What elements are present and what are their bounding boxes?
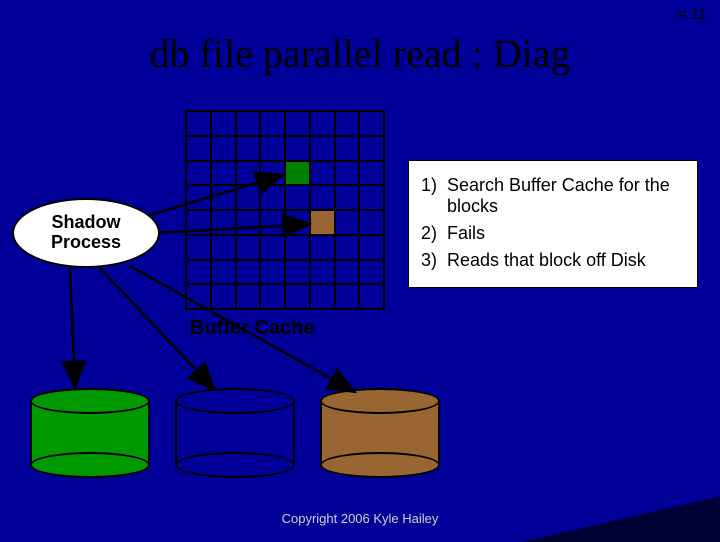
grid-cell (211, 136, 236, 161)
copyright-footer: Copyright 2006 Kyle Hailey (0, 511, 720, 526)
step-row: 2) Fails (421, 223, 687, 244)
grid-cell (310, 136, 335, 161)
grid-cell (359, 111, 384, 136)
grid-cell (260, 235, 285, 260)
grid-cell (310, 260, 335, 285)
step-num: 3) (421, 250, 447, 271)
shadow-line2: Process (51, 233, 121, 253)
step-text: Reads that block off Disk (447, 250, 687, 271)
step-num: 1) (421, 175, 447, 217)
page-number: #.11 (678, 6, 706, 23)
grid-cell (211, 284, 236, 309)
grid-cell (359, 136, 384, 161)
grid-cell (236, 284, 261, 309)
grid-cell (236, 210, 261, 235)
grid-cell (310, 185, 335, 210)
grid-cell (236, 260, 261, 285)
grid-cell (335, 111, 360, 136)
grid-cell (260, 185, 285, 210)
grid-cell (260, 210, 285, 235)
grid-cell (285, 260, 310, 285)
grid-cell (359, 161, 384, 186)
grid-cell (186, 235, 211, 260)
grid-cell (236, 185, 261, 210)
grid-cell (285, 284, 310, 309)
grid-cell (310, 235, 335, 260)
grid-cell (211, 210, 236, 235)
grid-cell (236, 235, 261, 260)
disk-cylinder (320, 388, 440, 478)
grid-cell (211, 235, 236, 260)
grid-cell (285, 235, 310, 260)
shadow-line1: Shadow (51, 213, 120, 233)
step-text: Search Buffer Cache for the blocks (447, 175, 687, 217)
grid-cell (359, 260, 384, 285)
grid-cell (335, 260, 360, 285)
grid-cell (359, 235, 384, 260)
grid-cell (285, 136, 310, 161)
grid-cell (285, 161, 310, 186)
grid-cell (236, 111, 261, 136)
grid-cell (310, 111, 335, 136)
grid-cell (285, 111, 310, 136)
grid-cell (260, 284, 285, 309)
grid-cell (186, 161, 211, 186)
grid-cell (186, 284, 211, 309)
grid-cell (186, 136, 211, 161)
grid-cell (211, 161, 236, 186)
grid-cell (236, 136, 261, 161)
grid-cell (359, 284, 384, 309)
grid-cell (186, 185, 211, 210)
grid-cell (335, 210, 360, 235)
grid-cell (335, 284, 360, 309)
slide-title: db file parallel read : Diag (0, 30, 720, 77)
grid-cell (236, 161, 261, 186)
step-row: 1) Search Buffer Cache for the blocks (421, 175, 687, 217)
grid-cell (260, 136, 285, 161)
grid-cell (359, 185, 384, 210)
grid-cell (335, 235, 360, 260)
grid-cell (310, 161, 335, 186)
grid-cell (211, 111, 236, 136)
grid-cell (186, 260, 211, 285)
grid-cell (310, 210, 335, 235)
grid-cell (211, 185, 236, 210)
shadow-process-ellipse: Shadow Process (12, 198, 160, 268)
grid-cell (211, 260, 236, 285)
grid-cell (260, 161, 285, 186)
grid-cell (335, 185, 360, 210)
grid-cell (359, 210, 384, 235)
steps-box: 1) Search Buffer Cache for the blocks 2)… (408, 160, 698, 288)
step-num: 2) (421, 223, 447, 244)
grid-cell (260, 260, 285, 285)
step-row: 3) Reads that block off Disk (421, 250, 687, 271)
grid-cell (285, 210, 310, 235)
grid-cell (186, 210, 211, 235)
grid-cell (186, 111, 211, 136)
grid-cell (260, 111, 285, 136)
disk-cylinder (30, 388, 150, 478)
grid-cell (335, 161, 360, 186)
grid-cell (310, 284, 335, 309)
step-text: Fails (447, 223, 687, 244)
buffer-cache-grid (185, 110, 385, 310)
grid-cell (285, 185, 310, 210)
disk-cylinder (175, 388, 295, 478)
grid-cell (335, 136, 360, 161)
buffer-cache-label: Buffer Cache (190, 317, 314, 340)
